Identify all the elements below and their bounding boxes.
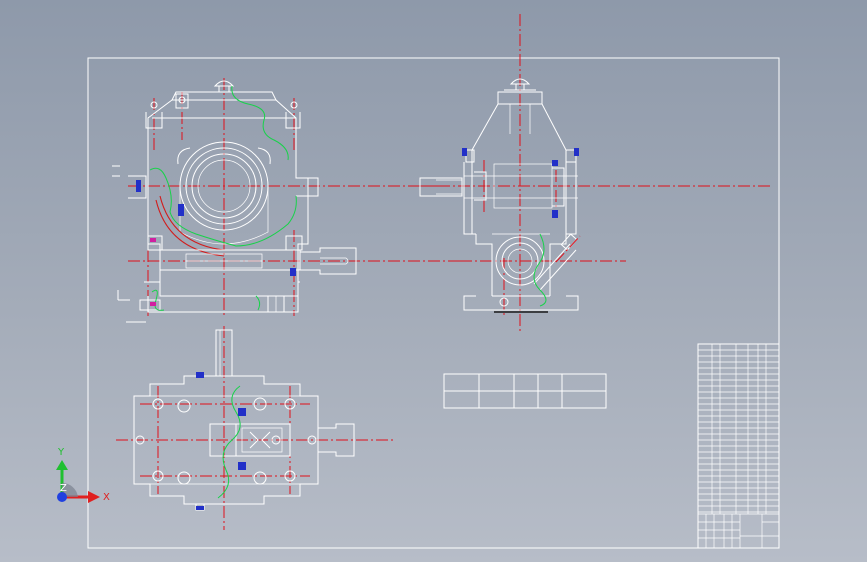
cad-drawing-canvas[interactable]: Y X Z (0, 0, 867, 562)
title-block (697, 343, 780, 549)
front-view[interactable] (112, 78, 470, 323)
axis-y-label: Y (57, 447, 65, 458)
side-view[interactable] (418, 14, 770, 334)
coordinate-triad-icon[interactable]: Y X Z (56, 447, 110, 503)
drawing-viewport[interactable]: Y X Z (0, 0, 867, 562)
axis-x-label: X (103, 492, 110, 503)
drawing-frame (87, 57, 780, 549)
top-view[interactable] (116, 326, 394, 530)
technical-parameters-table (443, 373, 607, 409)
axis-z-label: Z (60, 483, 67, 494)
